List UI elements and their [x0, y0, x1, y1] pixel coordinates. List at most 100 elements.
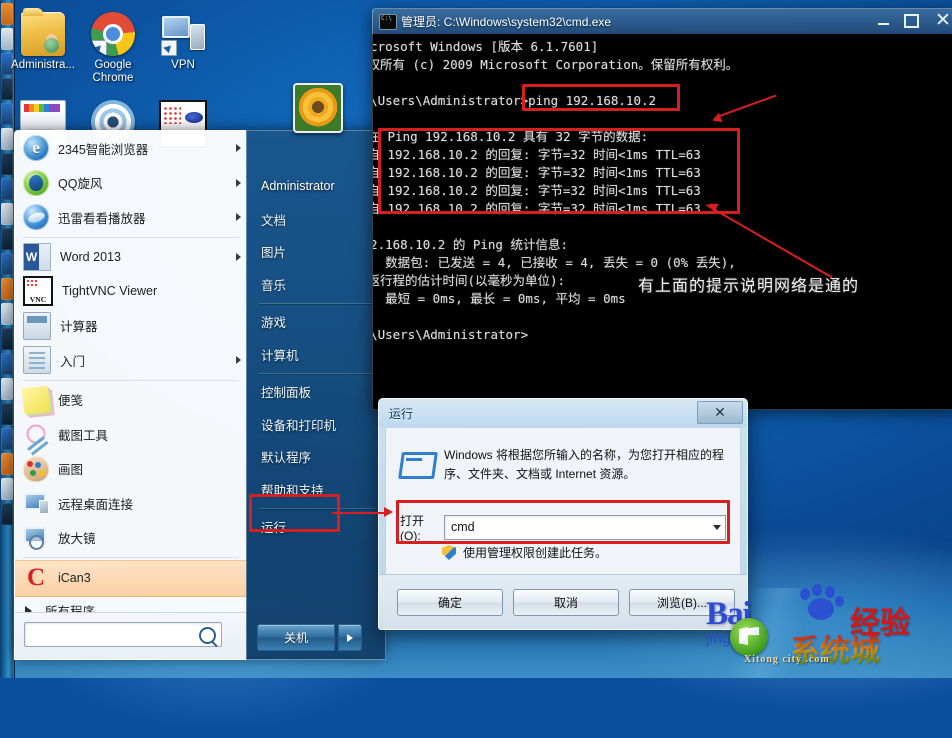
annotation-box-open-field	[396, 500, 730, 544]
run-uac-notice: 使用管理权限创建此任务。	[442, 544, 607, 561]
taskbar-item-13[interactable]	[1, 303, 13, 325]
taskbar-item-8[interactable]	[1, 178, 13, 200]
shortcut-overlay-icon	[161, 40, 177, 56]
remote-desktop-icon	[23, 490, 49, 516]
program-list-item[interactable]: iCan3	[15, 560, 247, 597]
program-list-item[interactable]: 画图	[15, 452, 247, 487]
calculator-icon	[23, 311, 51, 340]
sidebar-item-label: 控制面板	[261, 386, 312, 401]
program-list-item[interactable]: 计算器	[15, 309, 247, 344]
shutdown-row: 关机	[257, 624, 362, 651]
desktop-icon-label: VPN	[171, 59, 195, 71]
minimize-icon	[877, 23, 889, 25]
annotation-box-run-menu-item	[249, 494, 340, 532]
chevron-right-icon	[236, 178, 241, 187]
snipping-tool-icon	[23, 421, 49, 448]
start-menu-right-pane: Administrator 文档 图片 音乐 游戏 计算机 控制面板 设备和打印机 默认程序帮…	[246, 83, 386, 660]
sidebar-item-pictures[interactable]: 图片	[247, 236, 385, 269]
sidebar-item-games[interactable]: 游戏	[247, 306, 385, 339]
taskbar-item-4[interactable]	[1, 78, 13, 100]
search-input[interactable]	[24, 622, 222, 647]
sidebar-item-label: 游戏	[261, 316, 287, 331]
sidebar-item-label: 计算机	[261, 348, 299, 363]
right-pane-list: 文档 图片 音乐 游戏 计算机 控制面板 设备和打印机 默认程序 帮助和支持 运行...	[247, 203, 385, 543]
taskbar-item-7[interactable]	[1, 153, 13, 175]
sidebar-item-control-panel[interactable]: 控制面板	[247, 376, 385, 409]
taskbar-item-9[interactable]	[1, 203, 13, 225]
chrome-icon	[91, 12, 135, 56]
chevron-right-icon	[236, 213, 241, 222]
cmd-window-title: 管理员: C:\Windows\system32\cmd.exe	[401, 15, 612, 29]
sidebar-item-default-programs[interactable]: 默认程序	[247, 441, 385, 474]
start-menu: 2345智能浏览器 QQ旋风迅雷看看播放器 Word 2013 TightVNC Vi…	[14, 83, 386, 660]
program-list-item[interactable]: 迅雷看看播放器	[15, 200, 247, 235]
sidebar-item-documents[interactable]: 文档	[247, 203, 385, 236]
sidebar-item-label: 图片	[261, 246, 287, 261]
network-computers-icon	[161, 12, 205, 56]
ok-button[interactable]: 确定	[397, 588, 503, 616]
minimize-button[interactable]	[869, 11, 897, 30]
taskbar-item-12[interactable]	[1, 278, 13, 300]
sidebar-item-label: 设备和打印机	[261, 418, 337, 433]
program-list-item[interactable]: Word 2013	[15, 240, 247, 275]
program-list-item[interactable]: 远程桌面连接	[15, 486, 247, 521]
sidebar-item-computer[interactable]: 计算机	[247, 338, 385, 371]
program-list-item-label: TightVNC Viewer	[62, 284, 158, 299]
program-list-item-label: iCan3	[58, 571, 91, 586]
taskbar-item-16[interactable]	[1, 378, 13, 400]
close-button[interactable]: ✕	[929, 11, 952, 30]
start-menu-program-list: 2345智能浏览器 QQ旋风迅雷看看播放器 Word 2013 TightVNC Vi…	[14, 130, 247, 660]
taskbar-item-10[interactable]	[1, 228, 13, 250]
cmd-title-bar[interactable]: 管理员: C:\Windows\system32\cmd.exe ✕	[372, 8, 952, 34]
run-close-button[interactable]: ✕	[697, 401, 743, 424]
shutdown-options-button[interactable]	[338, 624, 362, 651]
taskbar-item-17[interactable]	[1, 403, 13, 425]
program-list-item-label: 入门	[60, 354, 86, 369]
maximize-button[interactable]	[897, 11, 925, 30]
taskbar-item-20[interactable]	[1, 478, 13, 500]
paint-icon	[23, 455, 49, 482]
program-list-separator	[23, 557, 239, 558]
getting-started-icon	[23, 346, 51, 375]
taskbar-item-18[interactable]	[1, 428, 13, 450]
program-list-item-label: Word 2013	[60, 249, 121, 264]
sticky-notes-icon	[21, 385, 51, 415]
annotation-note-text: 有上面的提示说明网络是通的	[638, 276, 860, 295]
run-uac-text: 使用管理权限创建此任务。	[463, 546, 608, 560]
program-list-item[interactable]: 截图工具	[15, 417, 247, 452]
sidebar-item-label: 默认程序	[261, 451, 312, 466]
taskbar-item-21[interactable]	[1, 503, 13, 525]
taskbar-item-14[interactable]	[1, 328, 13, 350]
console-icon	[379, 14, 397, 30]
annotation-box-ping-command	[522, 84, 680, 111]
taskbar-item-11[interactable]	[1, 253, 13, 275]
shutdown-button[interactable]: 关机	[257, 624, 335, 651]
taskbar-item-19[interactable]	[1, 453, 13, 475]
program-list-item[interactable]: 入门	[15, 343, 247, 378]
program-list-item[interactable]: TightVNC Viewer	[15, 274, 247, 309]
program-list: 2345智能浏览器 QQ旋风迅雷看看播放器 Word 2013 TightVNC Vi…	[15, 131, 247, 597]
desktop-icon-vpn[interactable]: VPN	[140, 12, 226, 72]
run-window-icon	[398, 450, 438, 479]
ie-browser-icon	[23, 135, 49, 162]
qq-whirlwind-icon	[23, 169, 49, 196]
sidebar-item-label: 音乐	[261, 278, 287, 293]
annotation-arrow-to-open-field	[332, 505, 402, 521]
run-title-bar[interactable]: 运行 ✕	[379, 399, 747, 427]
cancel-button[interactable]: 取消	[513, 588, 619, 616]
watermark-xitong-sub: Xitong city .com	[744, 654, 830, 665]
maximize-icon	[903, 13, 919, 28]
sidebar-item-devices-and-printers[interactable]: 设备和打印机	[247, 408, 385, 441]
program-list-item[interactable]: 2345智能浏览器	[15, 131, 247, 166]
program-list-item[interactable]: 放大镜	[15, 521, 247, 556]
taskbar-item-15[interactable]	[1, 353, 13, 375]
program-list-item[interactable]: QQ旋风	[15, 166, 247, 201]
start-search-area	[15, 612, 247, 659]
program-list-item-label: 远程桌面连接	[58, 497, 134, 512]
avatar[interactable]	[293, 83, 343, 133]
annotation-arrow-to-ping	[676, 92, 786, 132]
program-list-item[interactable]: 便笺	[15, 383, 247, 418]
chevron-right-icon	[347, 633, 353, 642]
sidebar-item-music[interactable]: 音乐	[247, 268, 385, 301]
ican3-icon	[23, 565, 49, 591]
